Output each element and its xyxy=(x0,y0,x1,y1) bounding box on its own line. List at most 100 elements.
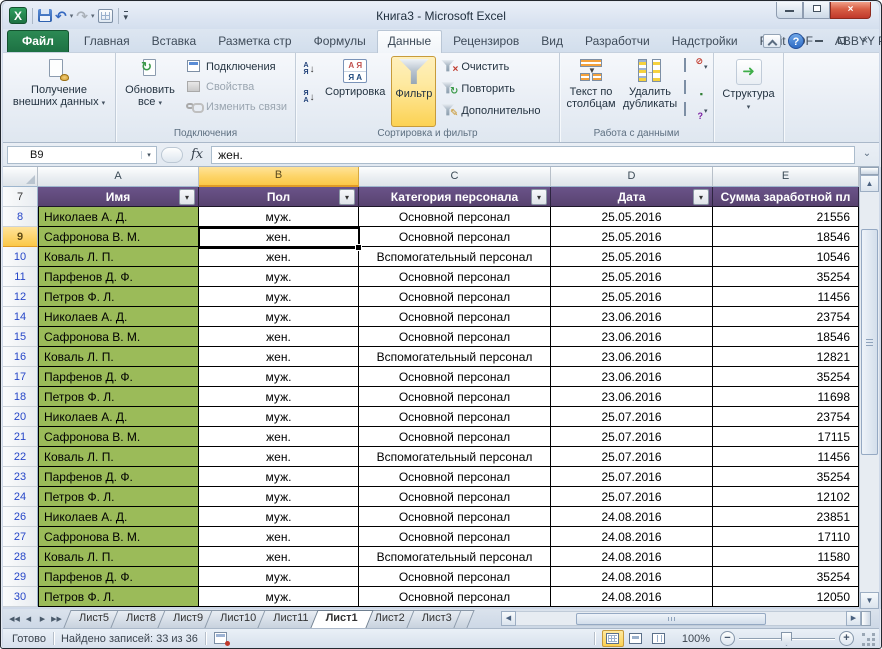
cell-gender-23[interactable]: муж. xyxy=(199,467,359,487)
horizontal-scrollbar[interactable]: ◀ ▶ xyxy=(501,611,871,626)
remove-duplicates-button[interactable]: → Удалить дубликаты xyxy=(621,56,679,127)
row-header-18[interactable]: 18 xyxy=(3,387,38,407)
sort-ascending-button[interactable]: А Я ↓ xyxy=(299,58,319,80)
cell-category-11[interactable]: Основной персонал xyxy=(359,267,551,287)
cell-category-9[interactable]: Основной персонал xyxy=(359,227,551,247)
cell-sum-14[interactable]: 23754 xyxy=(713,307,859,327)
row-header-21[interactable]: 21 xyxy=(3,427,38,447)
resize-grip[interactable] xyxy=(862,633,876,647)
previous-sheet-icon[interactable]: ◀ xyxy=(22,613,35,626)
cell-name-26[interactable]: Николаев А. Д. xyxy=(38,507,199,527)
cell-sum-24[interactable]: 12102 xyxy=(713,487,859,507)
row-header-12[interactable]: 12 xyxy=(3,287,38,307)
tab-надстройки[interactable]: Надстройки xyxy=(661,30,749,52)
row-header-10[interactable]: 10 xyxy=(3,247,38,267)
row-header-29[interactable]: 29 xyxy=(3,567,38,587)
zoom-slider[interactable] xyxy=(739,631,835,646)
cell-name-28[interactable]: Коваль Л. П. xyxy=(38,547,199,567)
tab-разметка-стр[interactable]: Разметка стр xyxy=(207,30,302,52)
cell-date-20[interactable]: 25.07.2016 xyxy=(551,407,713,427)
edit-links-button[interactable]: Изменить связи xyxy=(183,98,290,115)
undo-icon[interactable]: ↶ xyxy=(55,9,67,23)
collapse-ribbon-icon[interactable] xyxy=(763,34,781,48)
insert-sheet-tab[interactable] xyxy=(457,610,471,628)
cell-date-11[interactable]: 25.05.2016 xyxy=(551,267,713,287)
cell-gender-17[interactable]: муж. xyxy=(199,367,359,387)
filter-dropdown-icon[interactable]: ▾ xyxy=(693,189,709,205)
cell-date-22[interactable]: 25.07.2016 xyxy=(551,447,713,467)
filter-dropdown-icon[interactable]: ▾ xyxy=(179,189,195,205)
tab-вид[interactable]: Вид xyxy=(530,30,574,52)
cell-date-15[interactable]: 23.06.2016 xyxy=(551,327,713,347)
excel-logo-icon[interactable]: X xyxy=(9,7,27,24)
text-to-columns-button[interactable]: ▼ Текст по столбцам xyxy=(563,56,619,127)
row-header-28[interactable]: 28 xyxy=(3,547,38,567)
outline-button[interactable]: ➜ Структура ▾ xyxy=(718,56,778,127)
sort-descending-button[interactable]: Я А ↓ xyxy=(299,86,319,108)
name-box[interactable]: B9 ▾ xyxy=(7,145,157,164)
cell-category-17[interactable]: Основной персонал xyxy=(359,367,551,387)
cell-gender-15[interactable]: жен. xyxy=(199,327,359,347)
filter-dropdown-icon[interactable]: ▾ xyxy=(531,189,547,205)
cell-gender-30[interactable]: муж. xyxy=(199,587,359,607)
row-header-24[interactable]: 24 xyxy=(3,487,38,507)
properties-button[interactable]: Свойства xyxy=(183,78,290,95)
formula-bar-splitter[interactable] xyxy=(161,146,183,163)
cell-sum-11[interactable]: 35254 xyxy=(713,267,859,287)
cell-sum-21[interactable]: 17115 xyxy=(713,427,859,447)
row-header-7[interactable]: 7 xyxy=(3,187,38,207)
cell-date-8[interactable]: 25.05.2016 xyxy=(551,207,713,227)
cell-name-22[interactable]: Коваль Л. П. xyxy=(38,447,199,467)
clear-filter-button[interactable]: × Очистить xyxy=(438,58,543,75)
cell-date-23[interactable]: 25.07.2016 xyxy=(551,467,713,487)
cell-date-27[interactable]: 24.08.2016 xyxy=(551,527,713,547)
insert-function-icon[interactable]: fx xyxy=(187,147,207,162)
horizontal-scrollbar-track[interactable] xyxy=(516,611,846,626)
get-external-data-button[interactable]: Получение внешних данных ▾ xyxy=(6,56,112,127)
row-header-15[interactable]: 15 xyxy=(3,327,38,347)
reapply-filter-button[interactable]: ↻ Повторить xyxy=(438,80,543,97)
table-header-A[interactable]: Имя ▾ xyxy=(38,187,199,207)
cell-name-11[interactable]: Парфенов Д. Ф. xyxy=(38,267,199,287)
customize-qat-icon[interactable]: ▾ xyxy=(123,10,129,21)
cell-category-14[interactable]: Основной персонал xyxy=(359,307,551,327)
tab-формулы[interactable]: Формулы xyxy=(303,30,377,52)
cell-name-16[interactable]: Коваль Л. П. xyxy=(38,347,199,367)
tab-данные[interactable]: Данные xyxy=(376,30,443,53)
tab-split-handle[interactable] xyxy=(861,611,871,626)
cell-name-21[interactable]: Сафронова В. М. xyxy=(38,427,199,447)
zoom-slider-handle[interactable] xyxy=(781,632,792,646)
cell-sum-20[interactable]: 23754 xyxy=(713,407,859,427)
cell-category-23[interactable]: Основной персонал xyxy=(359,467,551,487)
cell-gender-18[interactable]: муж. xyxy=(199,387,359,407)
cell-category-12[interactable]: Основной персонал xyxy=(359,287,551,307)
workbook-close-icon[interactable]: × xyxy=(857,35,873,47)
connections-button[interactable]: Подключения xyxy=(183,58,290,75)
column-header-E[interactable]: E xyxy=(713,167,859,187)
row-header-17[interactable]: 17 xyxy=(3,367,38,387)
cell-sum-29[interactable]: 35254 xyxy=(713,567,859,587)
row-header-11[interactable]: 11 xyxy=(3,267,38,287)
cell-gender-29[interactable]: муж. xyxy=(199,567,359,587)
table-header-D[interactable]: Дата ▾ xyxy=(551,187,713,207)
row-header-9[interactable]: 9 xyxy=(3,227,38,247)
filter-button[interactable]: Фильтр xyxy=(391,56,437,127)
cell-gender-26[interactable]: муж. xyxy=(199,507,359,527)
cell-name-10[interactable]: Коваль Л. П. xyxy=(38,247,199,267)
column-header-D[interactable]: D xyxy=(551,167,713,187)
cell-date-26[interactable]: 24.08.2016 xyxy=(551,507,713,527)
cell-name-27[interactable]: Сафронова В. М. xyxy=(38,527,199,547)
tab-рецензиров[interactable]: Рецензиров xyxy=(442,30,530,52)
cell-name-17[interactable]: Парфенов Д. Ф. xyxy=(38,367,199,387)
cell-gender-21[interactable]: жен. xyxy=(199,427,359,447)
workbook-minimize-icon[interactable] xyxy=(811,35,827,47)
cell-sum-16[interactable]: 12821 xyxy=(713,347,859,367)
row-header-16[interactable]: 16 xyxy=(3,347,38,367)
cell-date-17[interactable]: 23.06.2016 xyxy=(551,367,713,387)
cell-gender-9[interactable]: жен. xyxy=(199,227,359,247)
sheet-tab-лист1[interactable]: Лист1 xyxy=(314,610,370,628)
last-sheet-icon[interactable]: ▶▶ xyxy=(50,613,63,626)
column-header-C[interactable]: C xyxy=(359,167,551,187)
record-macro-icon[interactable] xyxy=(213,632,230,646)
table-header-E[interactable]: Сумма заработной пл xyxy=(713,187,859,207)
